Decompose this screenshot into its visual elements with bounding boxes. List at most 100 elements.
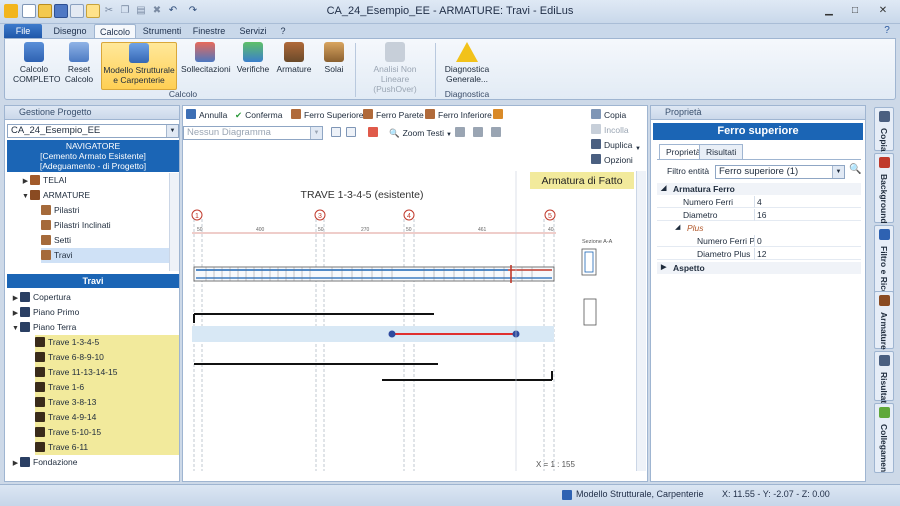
help-icon[interactable]: ? [880, 24, 894, 38]
warning-icon [456, 42, 478, 62]
tree-item-piano-primo[interactable]: ▶ Piano Primo [11, 305, 171, 320]
prop-row[interactable]: Diametro 16 [657, 209, 861, 221]
tree-scrollbar[interactable] [169, 173, 179, 271]
tree-item-trave[interactable]: Trave 6-11 [35, 440, 179, 455]
side-tab-risultati[interactable]: Risultati [874, 351, 894, 406]
tree-item-fondazione[interactable]: ▶ Fondazione [11, 455, 171, 470]
tab-risultati[interactable]: Risultati [699, 144, 744, 159]
side-tab-armature[interactable]: Armature [874, 291, 894, 350]
ribbon-tabs: File Disegno Calcolo Strumenti Finestre … [0, 24, 900, 38]
side-tab-filtro[interactable]: Filtro e Ricerca [874, 225, 894, 307]
close-button[interactable]: ✕ [874, 4, 892, 18]
tab-help[interactable]: ? [276, 24, 290, 38]
search-icon[interactable]: 🔍 [849, 164, 861, 175]
reset-icon [69, 42, 89, 62]
prop-row[interactable]: Diametro Plus 12 [657, 248, 861, 260]
reset-calcolo-button[interactable]: Reset Calcolo [59, 42, 99, 90]
modello-strutturale-button[interactable]: Modello Strutturale e Carpenterie [101, 42, 177, 90]
expand-icon[interactable]: ▶ [11, 291, 20, 306]
toolbar-expand-icon[interactable]: ▼ [635, 142, 641, 156]
tab-file[interactable]: File [4, 24, 42, 38]
tree-item-trave[interactable]: Trave 3-8-13 [35, 395, 179, 410]
grip-handle[interactable] [388, 330, 396, 338]
layout-button[interactable] [331, 126, 344, 140]
collapse-icon[interactable]: ◢ [675, 222, 680, 234]
dimension-label: 40 [548, 227, 554, 233]
tab-servizi[interactable]: Servizi [234, 24, 272, 38]
annulla-button[interactable]: Annulla [186, 108, 227, 122]
category-plus[interactable]: ◢ Plus [657, 222, 861, 234]
collapse-icon[interactable]: ▼ [11, 321, 20, 336]
verifiche-button[interactable]: Verifiche [233, 42, 273, 90]
incolla-button[interactable]: Incolla [591, 123, 629, 137]
filter-select[interactable]: Ferro superiore (1) ▼ [715, 165, 845, 179]
check-icon: ✔ [235, 110, 243, 120]
tree-item-trave[interactable]: Trave 1-3-4-5 [35, 335, 179, 350]
ferro-inferiore-button[interactable]: Ferro Inferiore [425, 108, 492, 122]
chevron-down-icon[interactable]: ▼ [310, 127, 322, 139]
tool-button[interactable] [455, 126, 468, 140]
expand-icon[interactable]: ▶ [11, 456, 20, 471]
tree-item-trave[interactable]: Trave 4-9-14 [35, 410, 179, 425]
ferro-parete-button[interactable]: Ferro Parete [363, 108, 424, 122]
chevron-down-icon[interactable]: ▼ [832, 166, 844, 178]
expand-icon[interactable]: ▶ [661, 262, 666, 274]
duplica-button[interactable]: Duplica [591, 138, 632, 152]
tab-calcolo[interactable]: Calcolo [94, 24, 136, 38]
solai-button[interactable]: Solai [317, 42, 351, 90]
maximize-button[interactable]: □ [846, 4, 864, 18]
pushover-button[interactable]: Analisi Non Lineare (PushOver) [359, 42, 431, 94]
tree-item-telai[interactable]: ▶ TELAI [21, 173, 181, 188]
beam-icon [35, 382, 45, 392]
collapse-icon[interactable]: ▼ [21, 189, 30, 204]
beam-icon [35, 337, 45, 347]
tree-item-trave[interactable]: Trave 5-10-15 [35, 425, 179, 440]
diagnostica-button[interactable]: Diagnostica Generale... [439, 42, 495, 90]
expand-icon[interactable]: ▶ [21, 174, 30, 189]
expand-icon[interactable]: ▶ [11, 306, 20, 321]
calcolo-completo-button[interactable]: Calcolo COMPLETO [13, 42, 61, 90]
tool-button[interactable] [491, 126, 504, 140]
tree-item-trave[interactable]: Trave 11-13-14-15 [35, 365, 179, 380]
category-aspetto[interactable]: ▶ Aspetto [657, 262, 861, 274]
ferro-superiore-button[interactable]: Ferro Superiore [291, 108, 364, 122]
layout-button[interactable] [346, 126, 359, 140]
sollecitazioni-button[interactable]: Sollecitazioni [181, 42, 231, 90]
tree-item-copertura[interactable]: ▶ Copertura [11, 290, 171, 305]
side-tab-background[interactable]: Background [874, 153, 894, 224]
beam-tool-button[interactable] [493, 108, 506, 122]
zoom-testi-button[interactable]: 🔍 Zoom Testi ▼ [389, 126, 452, 142]
minimize-button[interactable]: ▁ [820, 4, 838, 18]
tab-underline [657, 159, 861, 160]
diagram-select[interactable]: Nessun Diagramma ▼ [183, 126, 323, 140]
grid-icon [331, 127, 341, 137]
tool-button[interactable] [473, 126, 486, 140]
chevron-down-icon[interactable]: ▼ [166, 125, 178, 137]
tab-finestre[interactable]: Finestre [190, 24, 228, 38]
tree-item-travi[interactable]: Travi [41, 248, 169, 263]
status-mode: Modello Strutturale, Carpenterie [576, 489, 704, 499]
opzioni-button[interactable]: Opzioni [591, 153, 633, 167]
tree-item-armature[interactable]: ▼ ARMATURE [21, 188, 181, 203]
category-armatura[interactable]: ◢ Armatura Ferro [657, 183, 861, 195]
side-tab-copia[interactable]: Copia [874, 107, 894, 152]
collapse-icon[interactable]: ◢ [661, 183, 666, 195]
tab-strumenti[interactable]: Strumenti [140, 24, 184, 38]
prop-row[interactable]: Numero Ferri Plus0 [657, 235, 861, 247]
tree-item-trave[interactable]: Trave 6-8-9-10 [35, 350, 179, 365]
project-select[interactable]: CA_24_Esempio_EE ▼ [7, 124, 179, 138]
beam-icon [35, 397, 45, 407]
armature-button[interactable]: Armature [275, 42, 313, 90]
side-tab-collegamenti[interactable]: Collegamen [874, 403, 894, 473]
drawing-scrollbar[interactable] [636, 171, 646, 471]
tree-item-trave[interactable]: Trave 1-6 [35, 380, 179, 395]
prop-row[interactable]: Numero Ferri 4 [657, 196, 861, 208]
copia-button[interactable]: Copia [591, 108, 626, 122]
model-icon [562, 490, 572, 500]
beam-drawing[interactable]: Armatura di Fatto TRAVE 1-3-4-5 (esisten… [186, 171, 634, 471]
title-bar: ✂ ❐ ▤ ✖ ↶ ↷ CA_24_Esempio_EE - ARMATURE:… [0, 0, 900, 24]
conferma-button[interactable]: ✔ Conferma [235, 108, 282, 122]
tree-item-piano-terra[interactable]: ▼ Piano Terra [11, 320, 171, 335]
tab-disegno[interactable]: Disegno [48, 24, 92, 38]
clear-button[interactable] [368, 126, 381, 140]
